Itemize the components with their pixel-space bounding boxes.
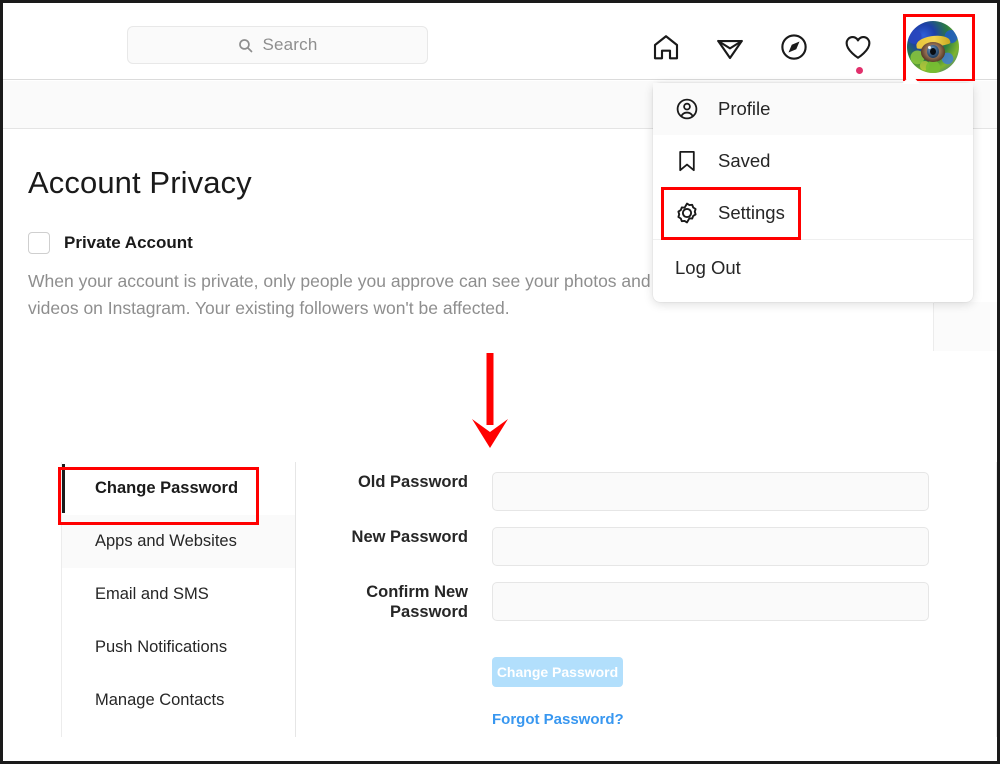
- sidebar-item-label: Apps and Websites: [95, 532, 237, 550]
- home-icon[interactable]: [651, 32, 681, 62]
- account-privacy-section: Account Privacy Private Account When you…: [28, 165, 728, 322]
- dropdown-item-label: Settings: [718, 202, 785, 223]
- sidebar-item-label: Email and SMS: [95, 585, 209, 603]
- new-password-label: New Password: [351, 528, 468, 546]
- sidebar-item-manage-contacts[interactable]: Manage Contacts: [62, 674, 295, 727]
- confirm-password-field[interactable]: [492, 582, 929, 621]
- dropdown-item-settings[interactable]: Settings: [653, 187, 973, 239]
- avatar[interactable]: [903, 14, 975, 82]
- old-password-field[interactable]: [492, 472, 929, 511]
- person-circle-icon: [675, 97, 699, 121]
- private-account-row[interactable]: Private Account: [28, 232, 728, 254]
- settings-panel: Change Password Apps and Websites Email …: [58, 462, 997, 737]
- change-password-submit-button[interactable]: Change Password: [492, 657, 623, 687]
- change-password-form: Old Password New Password Confirm New Pa…: [296, 462, 997, 737]
- private-account-label: Private Account: [64, 233, 193, 252]
- avatar-image: [907, 21, 959, 73]
- heart-activity-icon[interactable]: [843, 32, 873, 74]
- old-password-row: Old Password: [296, 472, 929, 511]
- sidebar-item-label: Push Notifications: [95, 638, 228, 656]
- profile-dropdown-menu: Profile Saved Settings Log Out: [653, 74, 973, 302]
- page-title: Account Privacy: [28, 165, 252, 200]
- sidebar-item-change-password[interactable]: Change Password: [62, 462, 295, 515]
- dropdown-item-label: Saved: [718, 150, 771, 171]
- down-arrow-annotation: [468, 353, 512, 449]
- notification-dot: [856, 67, 863, 74]
- nav-icon-group: [651, 14, 975, 82]
- sidebar-item-email-and-sms[interactable]: Email and SMS: [62, 568, 295, 621]
- dropdown-item-profile[interactable]: Profile: [653, 83, 973, 135]
- search-placeholder-text: Search: [262, 35, 318, 54]
- right-panel-edge-line: [933, 303, 934, 351]
- dropdown-logout-label: Log Out: [675, 257, 741, 278]
- dropdown-item-saved[interactable]: Saved: [653, 135, 973, 187]
- dropdown-item-label: Profile: [718, 98, 771, 119]
- top-navigation-bar: Search: [3, 3, 997, 82]
- new-password-field[interactable]: [492, 527, 929, 566]
- search-icon: [237, 37, 254, 54]
- sidebar-item-label: Change Password: [95, 479, 239, 497]
- right-panel-edge-fill: [934, 302, 997, 351]
- gear-cog-icon: [675, 201, 699, 225]
- old-password-label: Old Password: [357, 473, 468, 491]
- direct-share-icon[interactable]: [715, 32, 745, 62]
- explore-compass-icon[interactable]: [779, 32, 809, 62]
- settings-sidebar: Change Password Apps and Websites Email …: [58, 462, 296, 737]
- confirm-password-label: Confirm New Password: [366, 583, 468, 621]
- forgot-password-link[interactable]: Forgot Password?: [492, 711, 624, 728]
- sidebar-item-apps-and-websites[interactable]: Apps and Websites: [62, 515, 295, 568]
- bookmark-icon: [675, 149, 699, 173]
- new-password-row: New Password: [296, 527, 929, 566]
- screenshot-frame: Search Account Privacy Private Account W…: [0, 0, 1000, 764]
- sidebar-item-label: Manage Contacts: [95, 691, 225, 709]
- sidebar-item-push-notifications[interactable]: Push Notifications: [62, 621, 295, 674]
- confirm-password-row: Confirm New Password: [296, 582, 929, 623]
- search-input-wrapper[interactable]: Search: [127, 26, 428, 64]
- private-account-checkbox[interactable]: [28, 232, 50, 254]
- private-account-description: When your account is private, only peopl…: [28, 271, 651, 319]
- dropdown-item-logout[interactable]: Log Out: [653, 240, 973, 296]
